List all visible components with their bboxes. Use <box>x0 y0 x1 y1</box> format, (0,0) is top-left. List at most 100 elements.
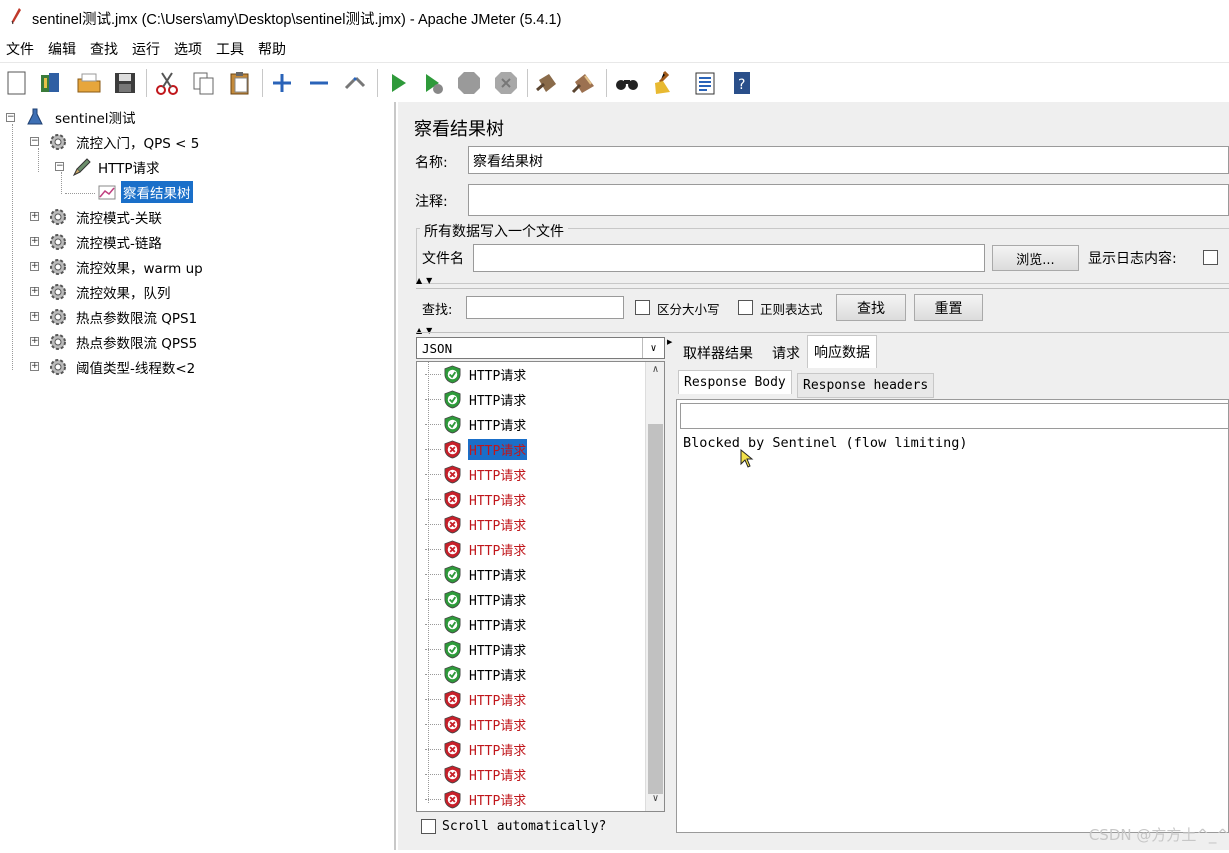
tree-expander[interactable]: + <box>30 212 39 221</box>
menu-run[interactable]: 运行 <box>126 34 168 60</box>
result-row[interactable]: HTTP请求 <box>425 613 527 635</box>
collapse-icon[interactable] <box>305 68 333 98</box>
tab-request[interactable]: 请求 <box>766 337 806 369</box>
tree-thread-group[interactable]: 流控效果，warm up <box>48 256 205 278</box>
tree-root[interactable]: sentinel测试 <box>26 106 138 128</box>
tree-thread-group[interactable]: 流控效果，队列 <box>48 281 173 303</box>
start-no-pause-icon[interactable] <box>419 68 447 98</box>
result-row[interactable]: HTTP请求 <box>425 688 527 710</box>
result-row[interactable]: HTTP请求 <box>425 363 527 385</box>
tree-thread-group[interactable]: 阈值类型-线程数<2 <box>48 356 197 378</box>
reset-search-icon[interactable] <box>649 68 677 98</box>
stop-icon[interactable] <box>455 68 483 98</box>
tree-expander[interactable]: − <box>55 162 64 171</box>
result-row[interactable]: HTTP请求 <box>425 638 527 660</box>
templates-icon[interactable] <box>37 68 65 98</box>
results-scrollbar[interactable]: ∧ ∨ <box>645 362 664 811</box>
reset-button[interactable]: 重置 <box>914 294 983 321</box>
tree-expander[interactable]: + <box>30 337 39 346</box>
comment-field[interactable] <box>468 184 1229 216</box>
toggle-icon[interactable] <box>341 68 369 98</box>
tree-expander[interactable]: − <box>30 137 39 146</box>
scroll-up-icon[interactable]: ∧ <box>646 364 664 380</box>
tree-result-tree-listener[interactable]: 察看结果树 <box>97 181 193 203</box>
subtab-response-body[interactable]: Response Body <box>678 370 792 394</box>
tree-expander[interactable]: − <box>6 113 15 122</box>
menu-search[interactable]: 查找 <box>84 34 126 60</box>
clear-icon[interactable] <box>533 68 561 98</box>
result-row[interactable]: HTTP请求 <box>425 488 527 510</box>
cut-icon[interactable] <box>153 68 181 98</box>
tree-connector <box>425 398 441 400</box>
result-row[interactable]: HTTP请求 <box>425 713 527 735</box>
result-row[interactable]: HTTP请求 <box>425 463 527 485</box>
result-row[interactable]: HTTP请求 <box>425 513 527 535</box>
scrollbar-thumb[interactable] <box>648 424 663 794</box>
renderer-select[interactable]: JSON ∨ <box>416 337 665 359</box>
expand-icon[interactable] <box>268 68 296 98</box>
tree-expander[interactable]: + <box>30 362 39 371</box>
menu-options[interactable]: 选项 <box>168 34 210 60</box>
result-row[interactable]: HTTP请求 <box>425 588 527 610</box>
tree-thread-group[interactable]: 热点参数限流 QPS1 <box>48 306 199 328</box>
open-icon[interactable] <box>75 68 103 98</box>
start-icon[interactable] <box>384 68 412 98</box>
menu-tools[interactable]: 工具 <box>210 34 252 60</box>
tree-expander[interactable]: + <box>30 312 39 321</box>
tab-sampler-result[interactable]: 取样器结果 <box>677 337 759 369</box>
help-icon[interactable]: ? <box>728 68 756 98</box>
regex-label: 正则表达式 <box>760 302 823 317</box>
result-row[interactable]: HTTP请求 <box>425 788 527 810</box>
toolbar-separator <box>527 69 528 97</box>
search-input[interactable] <box>466 296 624 319</box>
result-row[interactable]: HTTP请求 <box>425 763 527 785</box>
result-label: HTTP请求 <box>469 468 527 484</box>
tree-thread-group[interactable]: 流控入门，QPS < 5 <box>48 131 201 153</box>
function-helper-icon[interactable] <box>691 68 719 98</box>
result-row[interactable]: HTTP请求 <box>425 438 528 460</box>
clear-all-icon[interactable] <box>570 68 598 98</box>
new-icon[interactable] <box>3 68 31 98</box>
copy-icon[interactable] <box>190 68 218 98</box>
paste-icon[interactable] <box>226 68 254 98</box>
result-row[interactable]: HTTP请求 <box>425 413 527 435</box>
menu-edit[interactable]: 编辑 <box>42 34 84 60</box>
scroll-down-icon[interactable]: ∨ <box>646 793 664 809</box>
result-row[interactable]: HTTP请求 <box>425 538 527 560</box>
shutdown-icon[interactable] <box>492 68 520 98</box>
response-area <box>676 399 1229 833</box>
split-arrows-icon[interactable]: ▲▼ <box>416 326 436 335</box>
menu-file[interactable]: 文件 <box>0 34 42 60</box>
result-row[interactable]: HTTP请求 <box>425 663 527 685</box>
tree-item-label: HTTP请求 <box>98 161 160 177</box>
tree-thread-group[interactable]: 热点参数限流 QPS5 <box>48 331 199 353</box>
result-row[interactable]: HTTP请求 <box>425 738 527 760</box>
tree-http-sampler[interactable]: HTTP请求 <box>72 156 162 178</box>
split-handle-icon[interactable]: ▶ <box>667 338 672 346</box>
tree-root-label: sentinel测试 <box>55 111 136 127</box>
result-label: HTTP请求 <box>469 493 527 509</box>
tree-thread-group[interactable]: 流控模式-关联 <box>48 206 164 228</box>
tree-expander[interactable]: + <box>30 287 39 296</box>
result-row[interactable]: HTTP请求 <box>425 563 527 585</box>
scroll-auto-checkbox[interactable] <box>421 819 436 834</box>
regex-checkbox[interactable] <box>738 300 753 315</box>
subtab-response-headers[interactable]: Response headers <box>797 373 935 398</box>
find-button[interactable]: 查找 <box>836 294 906 321</box>
name-field[interactable]: 察看结果树 <box>468 146 1229 174</box>
tree-expander[interactable]: + <box>30 262 39 271</box>
response-search-field[interactable] <box>680 403 1229 429</box>
save-icon[interactable] <box>111 68 139 98</box>
tab-response-data[interactable]: 响应数据 <box>807 335 877 368</box>
split-arrows-icon[interactable]: ▲▼ <box>416 276 436 285</box>
menu-help[interactable]: 帮助 <box>252 34 294 60</box>
search-icon[interactable] <box>613 68 641 98</box>
log-content-checkbox[interactable] <box>1203 250 1218 265</box>
tree-expander[interactable]: + <box>30 237 39 246</box>
case-sensitive-checkbox[interactable] <box>635 300 650 315</box>
filename-field[interactable] <box>473 244 985 272</box>
result-row[interactable]: HTTP请求 <box>425 388 527 410</box>
chevron-down-icon[interactable]: ∨ <box>642 338 664 358</box>
browse-button[interactable]: 浏览... <box>992 245 1079 271</box>
tree-thread-group[interactable]: 流控模式-链路 <box>48 231 164 253</box>
